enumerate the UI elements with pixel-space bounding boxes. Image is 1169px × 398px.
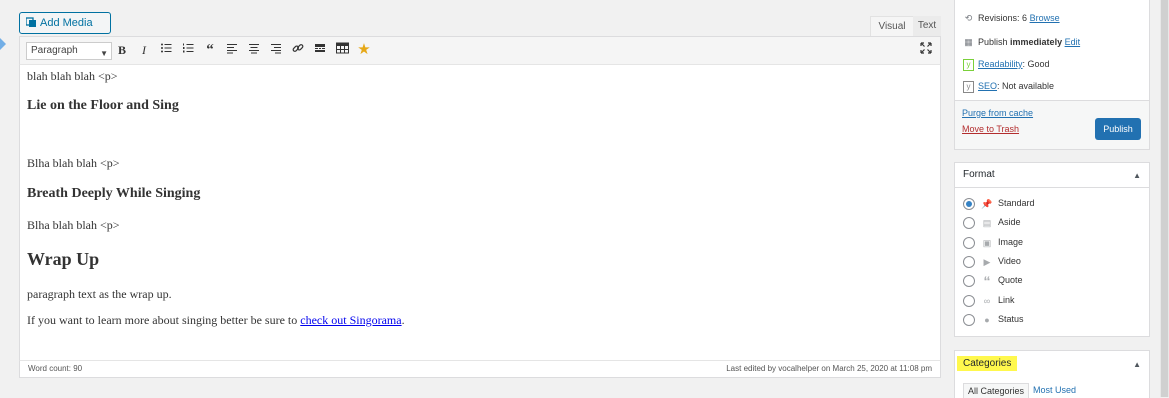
format-option-aside[interactable]: ▤ Aside	[963, 215, 1021, 229]
bold-icon[interactable]: B	[114, 42, 130, 58]
radio-button[interactable]	[963, 236, 975, 249]
revisions-label: Revisions:	[978, 13, 1020, 23]
format-option-label: Standard	[998, 198, 1035, 208]
read-more-icon[interactable]	[312, 42, 328, 58]
numbered-list-icon[interactable]	[180, 42, 196, 58]
format-title: Format	[963, 169, 995, 180]
categories-title[interactable]: Categories	[957, 356, 1018, 371]
chevron-down-icon: ▼	[100, 49, 108, 58]
format-option-video[interactable]: ▶ Video	[963, 254, 1021, 268]
tab-text[interactable]: Text	[913, 16, 941, 36]
scrollbar-thumb[interactable]	[1161, 0, 1168, 397]
editor-toolbar: Paragraph ▼ B I “ ★	[19, 36, 941, 65]
radio-button[interactable]	[963, 274, 975, 287]
heading: Breath Deeply While Singing	[27, 186, 201, 201]
collapse-arrow-icon[interactable]: ▲	[1133, 171, 1141, 180]
format-option-label: Status	[998, 314, 1024, 324]
revisions-row: ⟲ Revisions: 6 Browse	[963, 13, 1060, 24]
edit-link[interactable]: Edit	[1065, 37, 1081, 47]
format-select-value: Paragraph	[31, 45, 78, 56]
format-option-label: Video	[998, 256, 1021, 266]
singorama-link[interactable]: check out Singorama	[300, 313, 401, 327]
yoast-icon: y	[963, 59, 974, 71]
image-icon: ▣	[982, 237, 992, 248]
video-icon: ▶	[983, 256, 991, 267]
collapse-arrow-icon[interactable]: ▲	[1133, 360, 1141, 369]
editor-edge-marker	[0, 38, 6, 50]
paragraph: Blha blah blah <p>	[27, 218, 120, 232]
tab-most-used[interactable]: Most Used	[1033, 385, 1076, 395]
format-select[interactable]: Paragraph ▼	[26, 42, 112, 60]
format-option-standard[interactable]: 📌 Standard	[963, 196, 1035, 210]
seo-link[interactable]: SEO	[978, 81, 997, 91]
paragraph: Blha blah blah <p>	[27, 156, 120, 170]
align-right-icon[interactable]	[268, 42, 284, 58]
yoast-icon: y	[963, 81, 974, 93]
readability-row: y Readability: Good	[963, 59, 1050, 71]
align-left-icon[interactable]	[224, 42, 240, 58]
publish-actions: Purge from cache Move to Trash Publish	[954, 100, 1150, 150]
heading: Wrap Up	[27, 249, 100, 269]
readability-value: : Good	[1022, 59, 1050, 69]
seo-row: y SEO: Not available	[963, 81, 1054, 93]
last-edited: Last edited by vocalhelper on March 25, …	[726, 364, 932, 373]
heading: Lie on the Floor and Sing	[27, 98, 179, 113]
format-option-link[interactable]: ∞ Link	[963, 293, 1015, 307]
format-header[interactable]: Format ▲	[955, 163, 1149, 188]
paragraph-text: If you want to learn more about singing …	[27, 313, 301, 327]
add-media-button[interactable]: Add Media	[19, 12, 111, 34]
browse-link[interactable]: Browse	[1030, 13, 1060, 23]
publish-when: immediately	[1010, 37, 1063, 47]
fullscreen-icon[interactable]	[918, 42, 934, 58]
move-to-trash-link[interactable]: Move to Trash	[962, 124, 1019, 134]
link-icon: ∞	[983, 295, 991, 306]
align-center-icon[interactable]	[246, 42, 262, 58]
clock-icon: ⟲	[964, 13, 973, 23]
radio-button[interactable]	[963, 294, 975, 307]
radio-button[interactable]	[963, 216, 975, 229]
radio-button[interactable]	[963, 255, 975, 268]
bullet-list-icon[interactable]	[158, 42, 174, 58]
format-option-label: Quote	[998, 275, 1023, 285]
publish-label: Publish	[978, 37, 1008, 47]
seo-value: : Not available	[997, 81, 1055, 91]
add-media-label: Add Media	[40, 17, 93, 29]
purge-cache-link[interactable]: Purge from cache	[962, 108, 1033, 118]
format-option-label: Aside	[998, 217, 1021, 227]
paragraph: If you want to learn more about singing …	[27, 313, 405, 328]
calendar-icon: ▦	[964, 37, 973, 47]
readability-link[interactable]: Readability	[978, 59, 1023, 69]
publish-schedule-row: ▦ Publish immediately Edit	[963, 37, 1080, 48]
aside-icon: ▤	[982, 217, 992, 228]
paragraph: blah blah blah <p>	[27, 69, 118, 83]
format-option-image[interactable]: ▣ Image	[963, 235, 1023, 249]
radio-button[interactable]	[963, 197, 975, 210]
format-option-label: Image	[998, 237, 1024, 247]
quote-icon: “	[983, 272, 991, 289]
media-icon	[26, 17, 36, 27]
italic-icon[interactable]: I	[136, 42, 152, 58]
status-icon: ●	[984, 314, 990, 325]
pin-icon: 📌	[981, 198, 993, 209]
toolbar-toggle-icon[interactable]	[334, 42, 350, 58]
tab-visual[interactable]: Visual	[870, 16, 914, 37]
blockquote-icon[interactable]: “	[202, 42, 218, 58]
format-box: Format ▲ 📌 Standard ▤ Aside ▣ Image ▶ Video …	[954, 162, 1150, 337]
format-option-quote[interactable]: “ Quote	[963, 272, 1023, 289]
format-option-label: Link	[998, 295, 1015, 305]
link-icon[interactable]	[290, 42, 306, 58]
revisions-count: 6	[1022, 13, 1028, 23]
paragraph: paragraph text as the wrap up.	[27, 287, 172, 301]
publish-button[interactable]: Publish	[1095, 118, 1141, 140]
editor-statusbar: Word count: 90 Last edited by vocalhelpe…	[19, 360, 941, 378]
categories-box: Categories ▲ All Categories Most Used	[954, 350, 1150, 398]
star-icon[interactable]: ★	[356, 42, 372, 58]
word-count: Word count: 90	[28, 364, 83, 373]
format-option-status[interactable]: ● Status	[963, 312, 1024, 326]
paragraph-text: .	[401, 313, 405, 327]
radio-button[interactable]	[963, 313, 975, 326]
tab-all-categories[interactable]: All Categories	[963, 383, 1030, 398]
